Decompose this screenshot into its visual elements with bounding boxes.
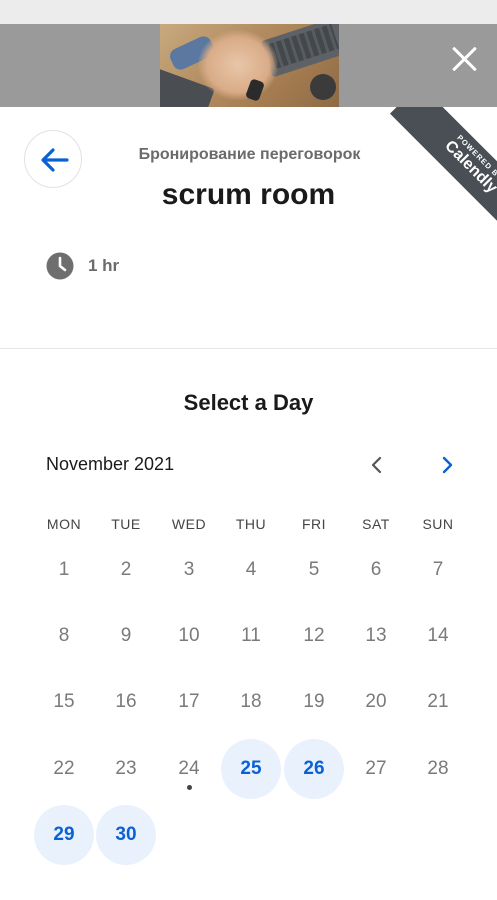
- weekday-mon: MON: [46, 516, 82, 532]
- day-8: 8: [58, 625, 70, 646]
- day-11: 11: [241, 625, 261, 646]
- available-day-26[interactable]: 26: [284, 739, 344, 799]
- day-14: 14: [427, 625, 449, 646]
- day-6: 6: [370, 559, 382, 580]
- available-day-29[interactable]: 29: [34, 805, 94, 865]
- weekday-thu: THU: [235, 516, 267, 532]
- event-owner: Бронирование переговорок: [138, 146, 361, 163]
- available-day-30[interactable]: 30: [96, 805, 156, 865]
- month-label: November 2021: [46, 454, 175, 474]
- day-4: 4: [245, 559, 257, 580]
- day-16: 16: [115, 691, 137, 712]
- chevron-left-icon: [371, 456, 382, 474]
- duration-label: 1 hr: [88, 256, 120, 275]
- day-1: 1: [58, 559, 70, 580]
- chevron-right-icon: [442, 456, 453, 474]
- day-27: 27: [365, 758, 387, 779]
- day-22: 22: [53, 758, 75, 779]
- previous-month-button[interactable]: [362, 450, 392, 480]
- event-title: scrum room: [161, 178, 336, 211]
- section-divider: [0, 348, 497, 349]
- top-strip: [0, 0, 497, 24]
- weekday-fri: FRI: [301, 516, 327, 532]
- day-19: 19: [303, 691, 325, 712]
- day-5: 5: [308, 559, 320, 580]
- day-2: 2: [120, 559, 132, 580]
- banner-photo: [160, 24, 339, 107]
- day-24: 24: [178, 758, 200, 779]
- clock-icon: [46, 252, 74, 280]
- next-month-button[interactable]: [432, 450, 462, 480]
- today-indicator-dot: [186, 785, 192, 790]
- weekday-tue: TUE: [111, 516, 141, 532]
- day-7: 7: [432, 559, 444, 580]
- powered-by-ribbon[interactable]: POWERED BY Calendly: [367, 107, 497, 237]
- header-banner: [0, 24, 497, 107]
- weekday-sun: SUN: [422, 516, 454, 532]
- available-day-25[interactable]: 25: [221, 739, 281, 799]
- weekday-wed: WED: [171, 516, 207, 532]
- day-28: 28: [427, 758, 449, 779]
- event-duration: 1 hr: [46, 252, 119, 280]
- weekday-sat: SAT: [362, 516, 390, 532]
- select-day-heading: Select a Day: [183, 390, 314, 415]
- day-18: 18: [240, 691, 262, 712]
- day-21: 21: [427, 691, 449, 712]
- day-23: 23: [115, 758, 137, 779]
- day-10: 10: [178, 625, 200, 646]
- day-13: 13: [365, 625, 387, 646]
- day-12: 12: [303, 625, 325, 646]
- day-3: 3: [183, 559, 195, 580]
- day-20: 20: [365, 691, 387, 712]
- day-17: 17: [178, 691, 200, 712]
- day-9: 9: [120, 625, 132, 646]
- day-15: 15: [53, 691, 75, 712]
- close-icon[interactable]: [446, 41, 482, 77]
